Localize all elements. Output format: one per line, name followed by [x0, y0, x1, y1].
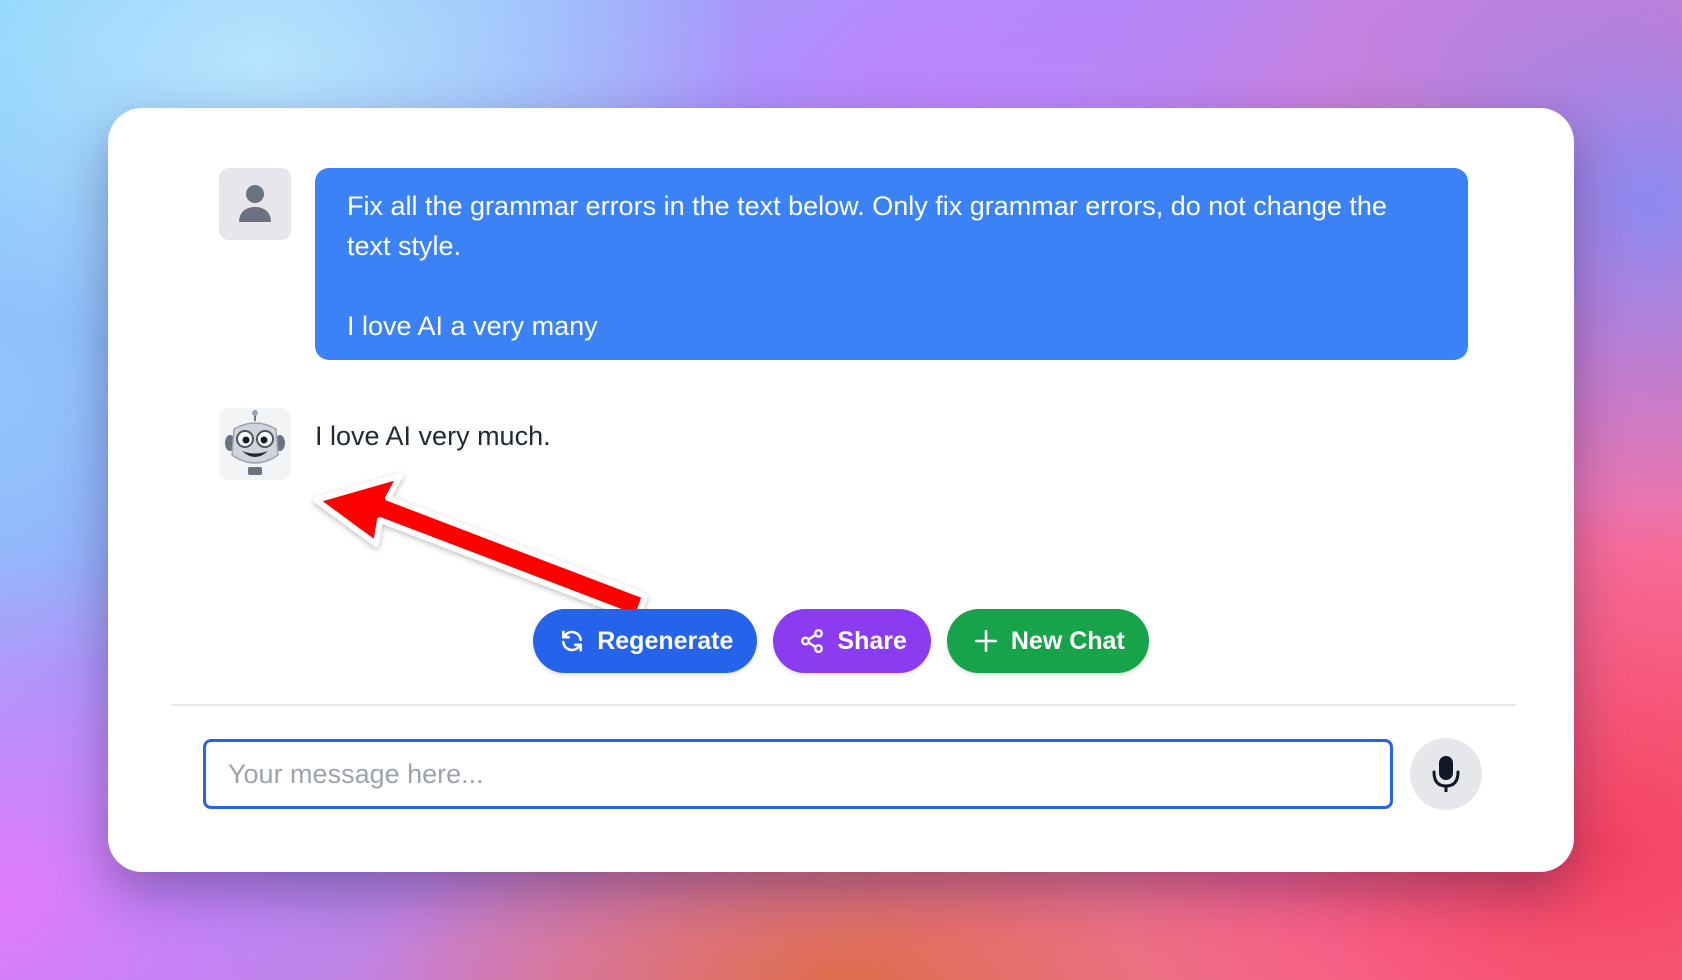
- bot-message-text: I love AI very much.: [315, 421, 551, 451]
- bot-avatar: [219, 408, 291, 480]
- voice-input-button[interactable]: [1410, 738, 1482, 810]
- user-message-text: I love AI a very many: [347, 311, 598, 341]
- composer-divider: [171, 704, 1516, 706]
- share-button[interactable]: Share: [773, 609, 931, 673]
- user-message-bubble: Fix all the grammar errors in the text b…: [315, 168, 1468, 360]
- share-label: Share: [837, 626, 907, 655]
- regenerate-button[interactable]: Regenerate: [533, 609, 758, 673]
- robot-icon: [225, 410, 285, 475]
- user-avatar: [219, 168, 291, 240]
- refresh-icon: [562, 630, 583, 652]
- share-icon: [801, 628, 824, 654]
- user-icon: [239, 185, 271, 222]
- microphone-icon: [1432, 756, 1460, 792]
- message-input[interactable]: [226, 757, 1370, 791]
- plus-icon: [974, 629, 997, 653]
- chat-window: Fix all the grammar errors in the text b…: [108, 108, 1574, 872]
- regenerate-label: Regenerate: [597, 626, 734, 655]
- message-input-container[interactable]: [203, 739, 1393, 809]
- action-bar: Regenerate Share New Chat: [108, 609, 1574, 673]
- user-message-instruction: Fix all the grammar errors in the text b…: [347, 191, 1387, 261]
- new-chat-button[interactable]: New Chat: [946, 609, 1149, 673]
- new-chat-label: New Chat: [1010, 626, 1125, 655]
